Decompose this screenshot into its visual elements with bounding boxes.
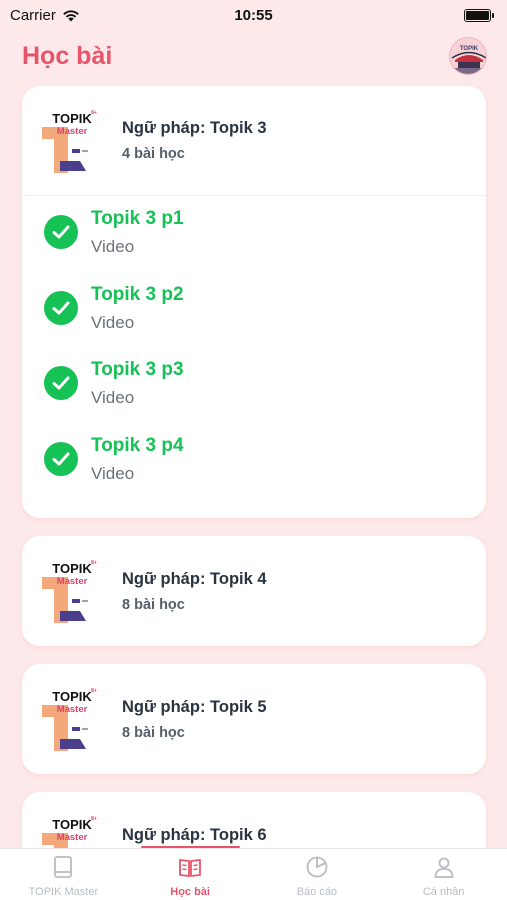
person-icon xyxy=(432,855,456,884)
lesson-item[interactable]: Topik 3 p1 Video xyxy=(44,204,486,280)
course-card[interactable]: TOPIK Master 8+ Ngữ pháp: Topik 5 8 bài … xyxy=(22,664,486,774)
course-thumbnail-image: TOPIK Master 8+ xyxy=(42,560,97,623)
course-title: Ngữ pháp: Topik 3 xyxy=(122,119,267,137)
open-book-icon xyxy=(178,855,202,884)
course-title: Ngữ pháp: Topik 6 xyxy=(122,825,267,844)
thumbnail-line2: Master xyxy=(57,704,88,715)
course-thumbnail-image: TOPIK Master 8+ xyxy=(42,110,97,173)
course-header[interactable]: TOPIK Master 8+ Ngữ pháp: Topik 3 4 bài … xyxy=(22,86,486,196)
status-bar: Carrier 10:55 xyxy=(0,0,507,30)
avatar-image: TOPIK xyxy=(450,38,486,74)
lesson-title: Topik 3 p2 xyxy=(91,283,184,305)
lesson-item[interactable]: Topik 3 p2 Video xyxy=(44,280,486,356)
course-thumbnail-image: TOPIK Master 8+ xyxy=(42,688,97,751)
thumbnail-line1: TOPIK xyxy=(52,689,92,704)
check-circle-icon xyxy=(44,441,78,476)
check-circle-icon xyxy=(44,290,78,325)
thumbnail-badge: 8+ xyxy=(91,110,97,116)
thumbnail-line2: Master xyxy=(57,576,88,587)
lesson-item[interactable]: Topik 3 p3 Video xyxy=(44,355,486,431)
course-lesson-count: 8 bài học xyxy=(122,596,185,613)
tab-label: Cá nhân xyxy=(422,886,465,898)
battery-icon xyxy=(464,8,494,22)
lesson-type: Video xyxy=(91,388,135,407)
course-header[interactable]: TOPIK Master 8+ Ngữ pháp: Topik 5 8 bài … xyxy=(22,664,486,774)
avatar-text: TOPIK xyxy=(460,46,479,52)
course-info: Ngữ pháp: Topik 4 8 bài học xyxy=(122,570,267,613)
thumbnail-line1: TOPIK xyxy=(52,817,92,832)
course-header[interactable]: TOPIK Master 8+ Ngữ pháp: Topik 4 8 bài … xyxy=(22,536,486,646)
header: Học bài TOPIK xyxy=(0,30,507,82)
lesson-title: Topik 3 p3 xyxy=(91,359,184,380)
thumbnail-line1: TOPIK xyxy=(52,561,92,576)
course-list: TOPIK Master 8+ Ngữ pháp: Topik 3 4 bài … xyxy=(22,86,486,900)
tab-3[interactable]: Cá nhân xyxy=(380,849,507,900)
tab-active-indicator xyxy=(140,846,240,848)
course-thumbnail: TOPIK Master 8+ xyxy=(42,687,102,751)
carrier-label: Carrier xyxy=(10,6,56,24)
wifi-icon xyxy=(63,9,79,21)
thumbnail-line2: Master xyxy=(57,832,88,843)
tab-2[interactable]: Báo cáo xyxy=(254,849,381,900)
course-card[interactable]: TOPIK Master 8+ Ngữ pháp: Topik 4 8 bài … xyxy=(22,536,486,646)
page-title: Học bài xyxy=(22,41,113,70)
course-card[interactable]: TOPIK Master 8+ Ngữ pháp: Topik 3 4 bài … xyxy=(22,86,486,518)
tab-0[interactable]: TOPIK Master xyxy=(0,849,127,900)
lesson-type: Video xyxy=(91,237,135,256)
lesson-title: Topik 3 p4 xyxy=(91,434,184,456)
lesson-item[interactable]: Topik 3 p4 Video xyxy=(44,431,486,507)
thumbnail-badge: 8+ xyxy=(91,816,97,822)
course-title: Ngữ pháp: Topik 5 xyxy=(122,697,267,716)
course-thumbnail: TOPIK Master 8+ xyxy=(42,109,102,173)
tab-label: Báo cáo xyxy=(296,886,338,898)
book-icon xyxy=(52,855,74,884)
tab-1[interactable]: Học bài xyxy=(127,846,254,900)
course-info: Ngữ pháp: Topik 3 4 bài học xyxy=(122,119,267,162)
tab-bar: TOPIK Master Học bài Báo cáo Cá nhân xyxy=(0,846,507,900)
thumbnail-badge: 8+ xyxy=(91,560,97,566)
thumbnail-line2: Master xyxy=(57,126,88,137)
course-title: Ngữ pháp: Topik 4 xyxy=(122,569,267,588)
tab-label: TOPIK Master xyxy=(28,886,99,898)
thumbnail-badge: 8+ xyxy=(91,688,97,694)
lesson-list: Topik 3 p1 Video Topik 3 p2 Video Topik … xyxy=(22,196,486,518)
course-lesson-count: 4 bài học xyxy=(122,146,185,162)
thumbnail-line1: TOPIK xyxy=(52,111,92,126)
lesson-title: Topik 3 p1 xyxy=(91,208,184,229)
avatar[interactable]: TOPIK xyxy=(449,37,487,75)
pie-chart-icon xyxy=(305,855,329,884)
lesson-type: Video xyxy=(91,463,135,483)
course-thumbnail: TOPIK Master 8+ xyxy=(42,559,102,623)
course-info: Ngữ pháp: Topik 5 8 bài học xyxy=(122,698,267,741)
check-circle-icon xyxy=(44,215,78,249)
course-lesson-count: 8 bài học xyxy=(122,724,185,741)
tab-label: Học bài xyxy=(170,886,210,898)
lesson-type: Video xyxy=(91,312,135,332)
check-circle-icon xyxy=(44,366,78,400)
